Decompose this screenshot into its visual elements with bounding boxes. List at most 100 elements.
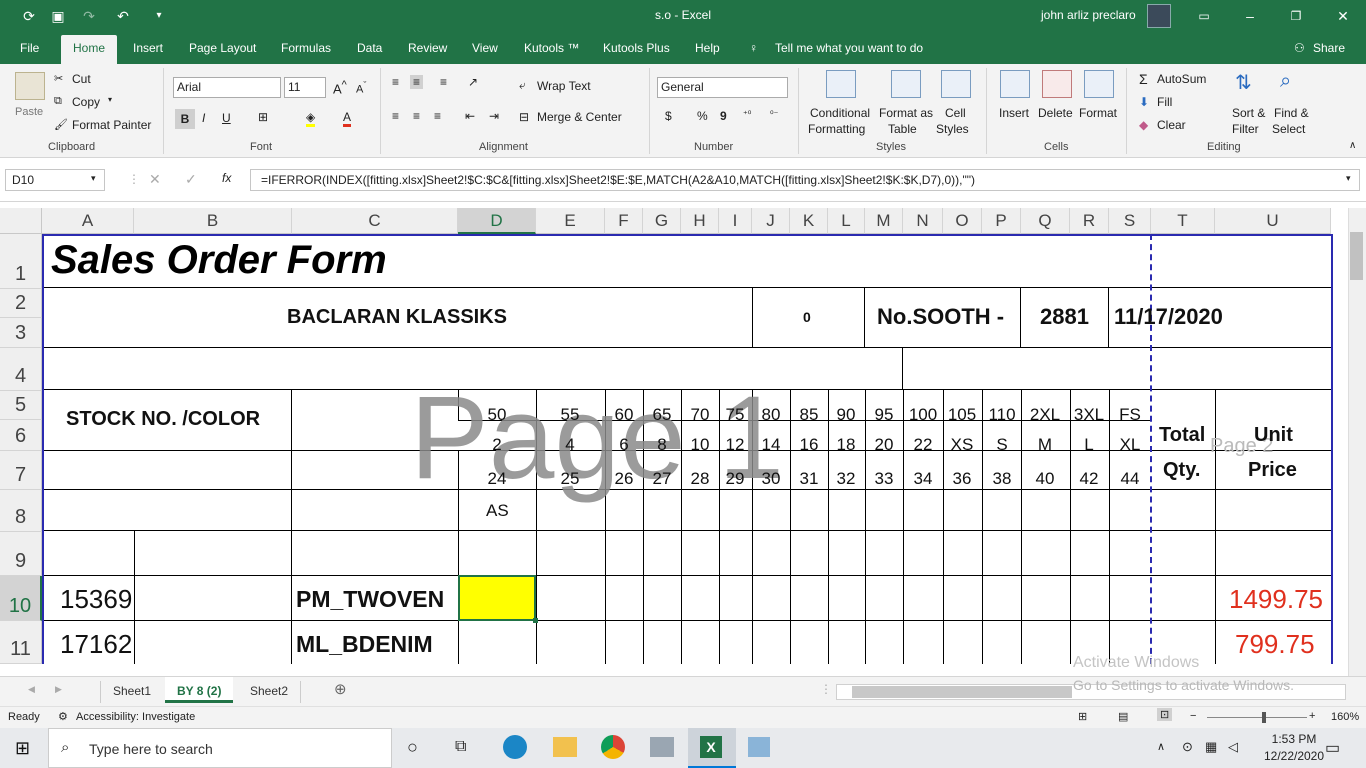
minimize-icon[interactable]: – [1240, 6, 1260, 26]
insert-function-icon[interactable]: fx [222, 171, 231, 185]
tab-kutools-plus[interactable]: Kutools Plus [603, 41, 670, 55]
find-select-label[interactable]: Find & [1274, 106, 1309, 120]
align-left-icon[interactable]: ≡ [392, 109, 399, 123]
clock-date[interactable]: 12/22/2020 [1262, 749, 1326, 763]
name-box[interactable]: D10 [5, 169, 105, 191]
row-header[interactable]: 9 [0, 532, 42, 576]
share-button[interactable]: Share [1313, 41, 1345, 55]
delete-cells-icon[interactable] [1042, 70, 1072, 98]
next-sheet-icon[interactable]: ▶ [55, 684, 62, 695]
maximize-icon[interactable]: ❐ [1286, 6, 1306, 26]
column-header[interactable]: T [1151, 208, 1215, 234]
zoom-slider-thumb[interactable] [1262, 712, 1266, 723]
autosum-button[interactable]: AutoSum [1157, 72, 1206, 86]
tab-split-handle-icon[interactable]: ⋮ [820, 682, 832, 696]
find-select-icon[interactable]: ⌕ [1280, 70, 1291, 93]
column-header[interactable]: L [828, 208, 865, 234]
row-header[interactable]: 10 [0, 576, 42, 621]
sheet-tab[interactable]: Sheet2 [238, 681, 302, 703]
column-header[interactable]: F [605, 208, 643, 234]
collapse-ribbon-icon[interactable]: ∧ [1349, 140, 1356, 151]
worksheet-grid[interactable]: ABCDEFGHIJKLMNOPQRSTU 1 2 3 4 5 6 7 8 9 10 11 Page… [0, 202, 1366, 676]
align-right-icon[interactable]: ≡ [434, 109, 441, 123]
top-align-icon[interactable]: ≡ [392, 75, 399, 89]
underline-icon[interactable]: U [222, 111, 231, 125]
accessibility-status[interactable]: Accessibility: Investigate [76, 711, 195, 723]
tab-view[interactable]: View [472, 41, 498, 55]
clock-time[interactable]: 1:53 PM [1262, 732, 1326, 746]
name-box-dropdown-icon[interactable]: ▾ [91, 173, 96, 184]
column-header[interactable]: B [134, 208, 292, 234]
format-as-table-label[interactable]: Format as [879, 106, 933, 120]
zoom-out-icon[interactable]: − [1190, 710, 1196, 722]
row-header[interactable]: 6 [0, 420, 42, 451]
paste-button[interactable]: Paste [15, 106, 43, 118]
tab-help[interactable]: Help [695, 41, 720, 55]
app-icon[interactable] [650, 737, 674, 757]
orientation-icon[interactable]: ↗ [468, 75, 478, 89]
column-header[interactable]: U [1215, 208, 1331, 234]
column-header[interactable]: Q [1021, 208, 1070, 234]
row-header[interactable]: 5 [0, 391, 42, 420]
page-break-view-icon[interactable]: ⊡ [1157, 708, 1173, 721]
font-name-box[interactable]: Arial [173, 77, 281, 98]
kutools-tray-icon[interactable]: ▦ [1205, 739, 1217, 755]
paste-icon[interactable] [15, 72, 45, 100]
column-header[interactable]: P [982, 208, 1021, 234]
wrap-text-button[interactable]: Wrap Text [537, 79, 591, 93]
decrease-font-icon[interactable]: Aˇ [356, 80, 366, 96]
italic-icon[interactable]: I [202, 111, 205, 125]
copy-dropdown-icon[interactable]: ▾ [108, 95, 112, 104]
windows-start-icon[interactable]: ⊞ [15, 738, 30, 759]
row-header[interactable]: 4 [0, 348, 42, 391]
increase-decimal-icon[interactable]: ⁺⁰ [743, 109, 751, 120]
ribbon-display-icon[interactable]: ▭ [1194, 6, 1214, 26]
bottom-align-icon[interactable]: ≡ [440, 75, 447, 89]
currency-icon[interactable]: $ [665, 109, 672, 123]
column-header[interactable]: A [42, 208, 134, 234]
increase-indent-icon[interactable]: ⇥ [489, 109, 499, 123]
zoom-level[interactable]: 160% [1331, 711, 1359, 723]
accessibility-icon[interactable]: ⚙ [58, 710, 68, 723]
find-select-label-2[interactable]: Select [1272, 122, 1305, 136]
column-header[interactable]: I [719, 208, 752, 234]
file-explorer-icon[interactable] [553, 737, 577, 757]
taskbar-search[interactable]: ⌕ Type here to search [48, 728, 392, 768]
tab-insert[interactable]: Insert [133, 41, 163, 55]
normal-view-icon[interactable]: ⊞ [1078, 710, 1087, 723]
format-cells-button[interactable]: Format [1079, 106, 1117, 120]
insert-cells-button[interactable]: Insert [999, 106, 1029, 120]
row-header[interactable]: 7 [0, 451, 42, 490]
conditional-formatting-icon[interactable] [826, 70, 856, 98]
column-header[interactable]: M [865, 208, 903, 234]
user-name[interactable]: john arliz preclaro [1041, 8, 1136, 22]
middle-align-icon[interactable]: ≡ [410, 75, 424, 89]
horizontal-scroll-thumb[interactable] [852, 686, 1072, 698]
row-header[interactable]: 8 [0, 490, 42, 532]
chrome-icon[interactable] [601, 735, 625, 759]
avatar[interactable] [1147, 4, 1171, 28]
enter-icon[interactable]: ✓ [185, 171, 197, 188]
row-header[interactable]: 3 [0, 318, 42, 348]
font-size-box[interactable]: 11 [284, 77, 326, 98]
percent-icon[interactable]: % [697, 109, 708, 123]
vertical-scroll-thumb[interactable] [1350, 232, 1363, 280]
column-header[interactable]: R [1070, 208, 1109, 234]
task-view-icon[interactable]: ⧉ [455, 738, 466, 756]
format-as-table-label-2[interactable]: Table [888, 122, 917, 136]
cell-styles-label-2[interactable]: Styles [936, 122, 969, 136]
column-header[interactable]: S [1109, 208, 1151, 234]
chevron-up-icon[interactable]: ∧ [1157, 740, 1165, 753]
tab-home[interactable]: Home [61, 35, 118, 64]
app-icon[interactable] [748, 737, 770, 757]
increase-font-icon[interactable]: A^ [333, 79, 347, 96]
sort-filter-label[interactable]: Sort & [1232, 106, 1265, 120]
selected-cell-d10[interactable] [458, 575, 536, 621]
tab-formulas[interactable]: Formulas [281, 41, 331, 55]
sort-filter-icon[interactable]: ⇅ [1235, 70, 1252, 95]
conditional-formatting-label-2[interactable]: Formatting [808, 122, 865, 136]
prev-sheet-icon[interactable]: ◀ [28, 684, 35, 695]
zoom-in-icon[interactable]: + [1309, 710, 1315, 722]
format-painter-button[interactable]: Format Painter [72, 118, 151, 132]
copy-button[interactable]: Copy [72, 95, 100, 109]
